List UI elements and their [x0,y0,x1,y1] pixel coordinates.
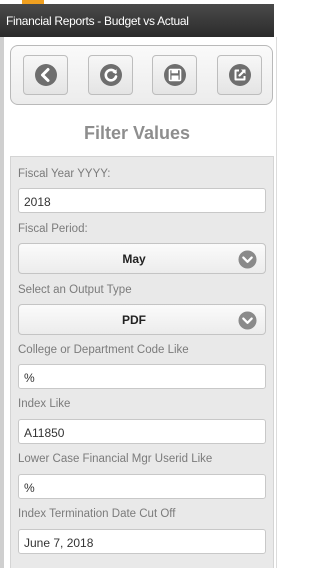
share-icon [228,64,251,86]
chevron-down-icon [238,250,257,269]
toolbar [10,45,273,105]
refresh-button[interactable] [88,55,133,95]
fiscal-year-input[interactable]: 2018 [18,188,266,213]
dept-code-label: College or Department Code Like [18,344,189,356]
filter-title: Filter Values [83,123,191,143]
fiscal-period-select[interactable]: May [18,243,266,274]
left-border [0,37,4,568]
index-like-label: Index Like [18,398,71,410]
output-type-select[interactable]: PDF [18,304,266,335]
index-like-input[interactable]: A11850 [18,419,266,444]
fiscal-year-label: Fiscal Year YYYY: [18,168,111,180]
share-button[interactable] [217,55,262,95]
mgr-userid-label: Lower Case Financial Mgr Userid Like [18,453,213,465]
right-border [276,37,277,568]
filter-panel: Fiscal Year YYYY: 2018 Fiscal Period: Ma… [10,156,274,568]
back-icon [34,64,57,86]
save-icon [163,64,186,86]
fiscal-period-value: May [122,252,146,266]
dept-code-input[interactable]: % [18,364,266,389]
mgr-userid-input[interactable]: % [18,474,266,499]
fiscal-period-label: Fiscal Period: [18,223,88,235]
back-button[interactable] [23,55,68,95]
chevron-down-icon [238,311,257,330]
term-date-label: Index Termination Date Cut Off [18,508,176,520]
page-title: Financial Reports - Budget vs Actual [6,14,189,28]
output-type-value: PDF [122,313,146,327]
page-header: Financial Reports - Budget vs Actual [0,4,274,37]
refresh-icon [99,64,122,86]
output-type-label: Select an Output Type [18,284,132,296]
term-date-input[interactable]: June 7, 2018 [18,529,266,554]
save-button[interactable] [152,55,197,95]
